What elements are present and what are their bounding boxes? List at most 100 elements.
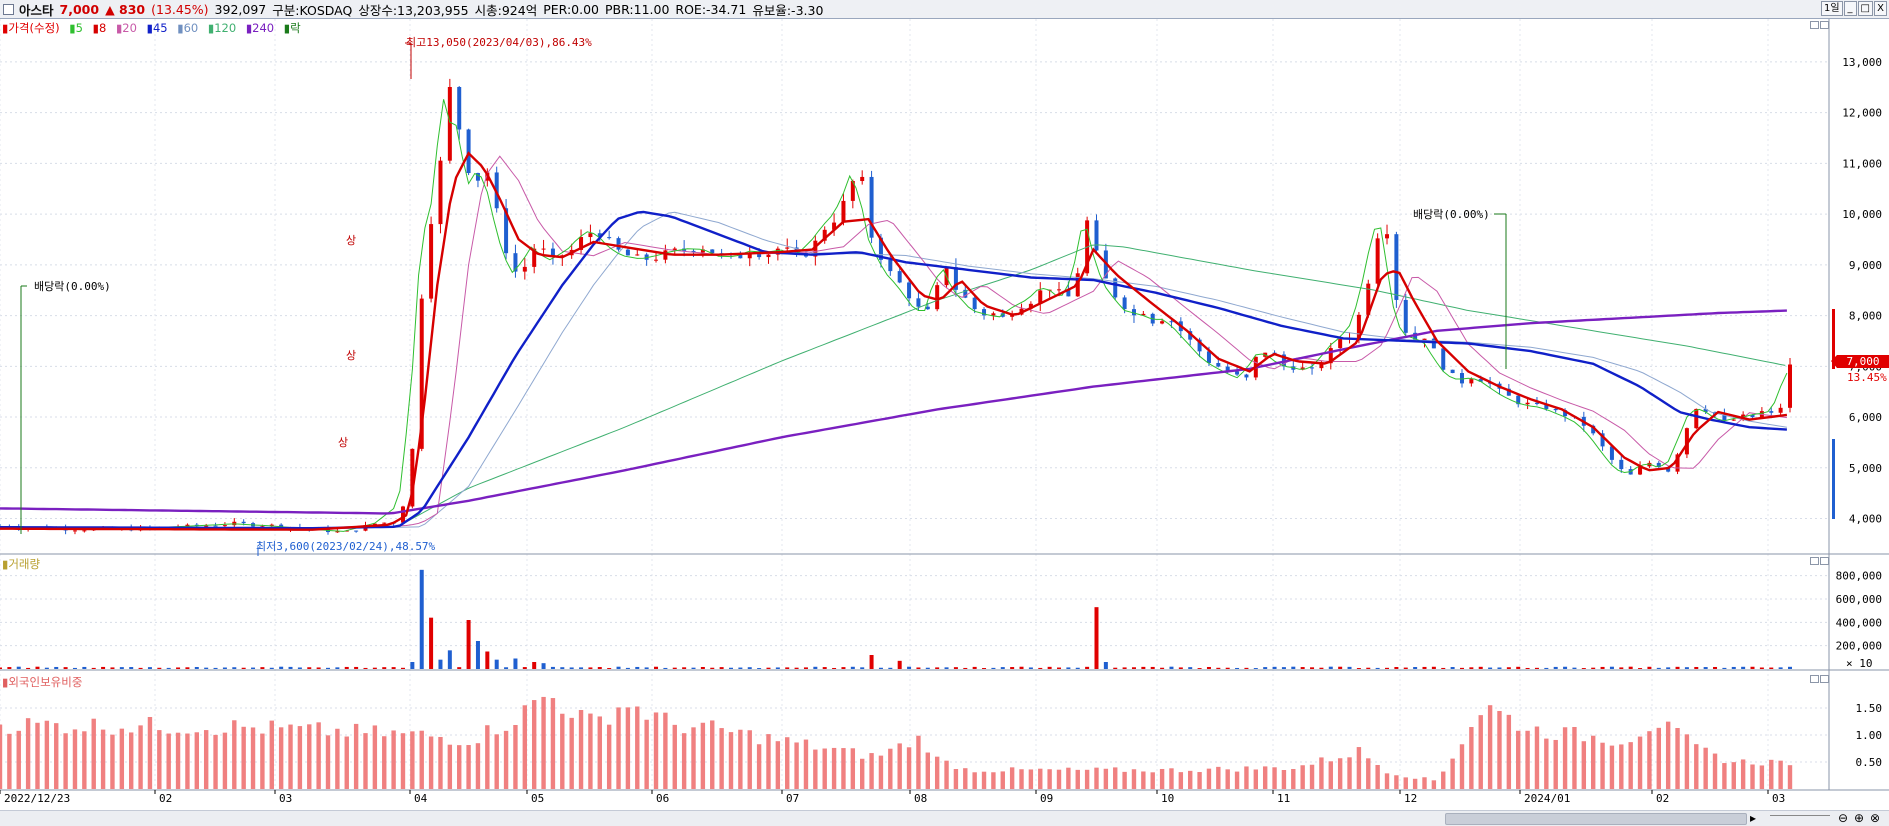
volume-bar	[363, 667, 368, 669]
foreign-bar	[1459, 744, 1465, 789]
close-button[interactable]: X	[1874, 1, 1887, 16]
volume-bar	[588, 667, 593, 669]
high-label: 최고13,050(2023/04/03),86.43%	[406, 36, 592, 49]
foreign-bar	[1600, 742, 1605, 789]
volume-bar	[728, 667, 733, 669]
pane-close-icon[interactable]	[1820, 675, 1829, 683]
candle-body	[382, 522, 387, 524]
zoom-slider[interactable]	[1770, 815, 1830, 822]
legend-ma60[interactable]: ▮60	[177, 21, 201, 35]
legend-ma120[interactable]: ▮120	[208, 21, 239, 35]
foreign-bar	[1478, 715, 1483, 789]
foreign-bar	[438, 736, 443, 789]
volume-pane-controls	[1810, 557, 1829, 565]
foreign-bar	[1497, 710, 1502, 789]
legend-volume[interactable]: ▮거래량	[2, 557, 43, 571]
pane-minimize-icon[interactable]	[1810, 557, 1819, 565]
candle-body	[213, 525, 218, 527]
legend-exdiv[interactable]: ▮락	[284, 21, 304, 35]
legend-ma8[interactable]: ▮8	[93, 21, 110, 35]
volume-bar	[710, 667, 715, 669]
foreign-bar	[1431, 780, 1437, 789]
candle-body	[82, 530, 87, 532]
pane-minimize-icon[interactable]	[1810, 675, 1819, 683]
candle-body	[222, 525, 227, 527]
foreign-bar	[925, 752, 931, 789]
pane-minimize-icon[interactable]	[1810, 21, 1819, 29]
foreign-bar	[953, 769, 959, 789]
foreign-bar	[531, 700, 537, 789]
volume-bar	[391, 667, 396, 669]
legend-price[interactable]: ▮가격(수정)	[2, 21, 63, 35]
candle-body	[888, 259, 893, 272]
x-tick-label: 2022/12/23	[4, 792, 70, 805]
legend-ma20[interactable]: ▮20	[116, 21, 140, 35]
stock-name[interactable]: 아스타	[19, 0, 54, 19]
volume-bar	[372, 667, 377, 669]
volume-bar	[607, 668, 612, 669]
y-tick-label: 200,000	[1836, 640, 1882, 653]
legend-ma5[interactable]: ▮5	[69, 21, 86, 35]
volume-bar	[897, 660, 902, 669]
foreign-bar	[278, 727, 284, 789]
volume-bar	[1478, 666, 1483, 669]
chart-canvas[interactable]: 13,000 12,000 11,000 10,000 9,000 8,000 7,000 6…	[0, 19, 1889, 810]
minimize-button[interactable]: _	[1843, 1, 1857, 16]
candle-body	[457, 87, 462, 130]
scrollbar-thumb[interactable]	[1445, 813, 1747, 825]
y-tick-label: 1.50	[1856, 702, 1883, 715]
zoom-reset-icon[interactable]: ⊗	[1870, 811, 1880, 825]
x-tick-label: 03	[279, 792, 292, 805]
pane-close-icon[interactable]	[1820, 557, 1829, 565]
volume-bar	[1534, 667, 1539, 669]
volume-bar	[1291, 666, 1296, 669]
foreign-bar	[1103, 768, 1109, 789]
candle-body	[1338, 339, 1343, 349]
volume-bars	[0, 569, 1792, 669]
limit-up-label-3: 상	[338, 436, 348, 449]
foreign-bar	[1047, 769, 1052, 789]
foreign-bar	[756, 744, 762, 789]
foreign-bar	[391, 730, 396, 789]
maximize-button[interactable]: □	[1857, 1, 1873, 16]
volume-bar	[1741, 666, 1746, 669]
foreign-bar	[1534, 726, 1540, 789]
candle-body	[841, 200, 846, 223]
volume-bar	[335, 667, 340, 669]
foreign-bar	[1319, 757, 1324, 789]
volume-bar	[419, 569, 424, 669]
scroll-right-arrow-icon[interactable]: ▸	[1750, 811, 1756, 825]
y-tick-label: 10,000	[1842, 208, 1882, 221]
foreign-bar	[353, 723, 359, 789]
volume-bar	[832, 667, 837, 669]
candle-body	[522, 266, 527, 272]
window-menu-icon[interactable]	[3, 3, 14, 15]
zoom-in-icon[interactable]: ⊕	[1854, 811, 1864, 825]
volume-bar	[925, 667, 930, 669]
legend-ma240[interactable]: ▮240	[246, 21, 277, 35]
x-tick-label: 12	[1404, 792, 1417, 805]
candle-body	[1403, 299, 1408, 333]
foreign-bar	[663, 712, 668, 789]
candle-body	[1694, 408, 1699, 429]
volume-bar	[1506, 667, 1511, 669]
legend-ma45[interactable]: ▮45	[147, 21, 171, 35]
volume-bar	[382, 667, 387, 669]
pane-close-icon[interactable]	[1820, 21, 1829, 29]
foreign-bar	[1553, 739, 1558, 789]
volume-bar	[1694, 666, 1699, 669]
period-button[interactable]: 1일	[1820, 1, 1843, 16]
zoom-out-icon[interactable]: ⊖	[1838, 811, 1848, 825]
volume-bar	[785, 667, 790, 669]
foreign-bar	[494, 734, 499, 789]
volume-bar	[766, 667, 771, 669]
chart-scrollbar[interactable]: ▸ ⊖ ⊕ ⊗	[0, 810, 1889, 826]
foreign-bar	[203, 730, 209, 789]
volume-bar	[1638, 668, 1643, 669]
volume-bar	[1422, 666, 1427, 669]
foreign-bar	[897, 743, 902, 789]
candle-body	[241, 521, 246, 524]
legend-foreign[interactable]: ▮외국인보유비중	[2, 675, 85, 689]
foreign-bar	[569, 717, 574, 789]
candle-body	[616, 238, 621, 250]
